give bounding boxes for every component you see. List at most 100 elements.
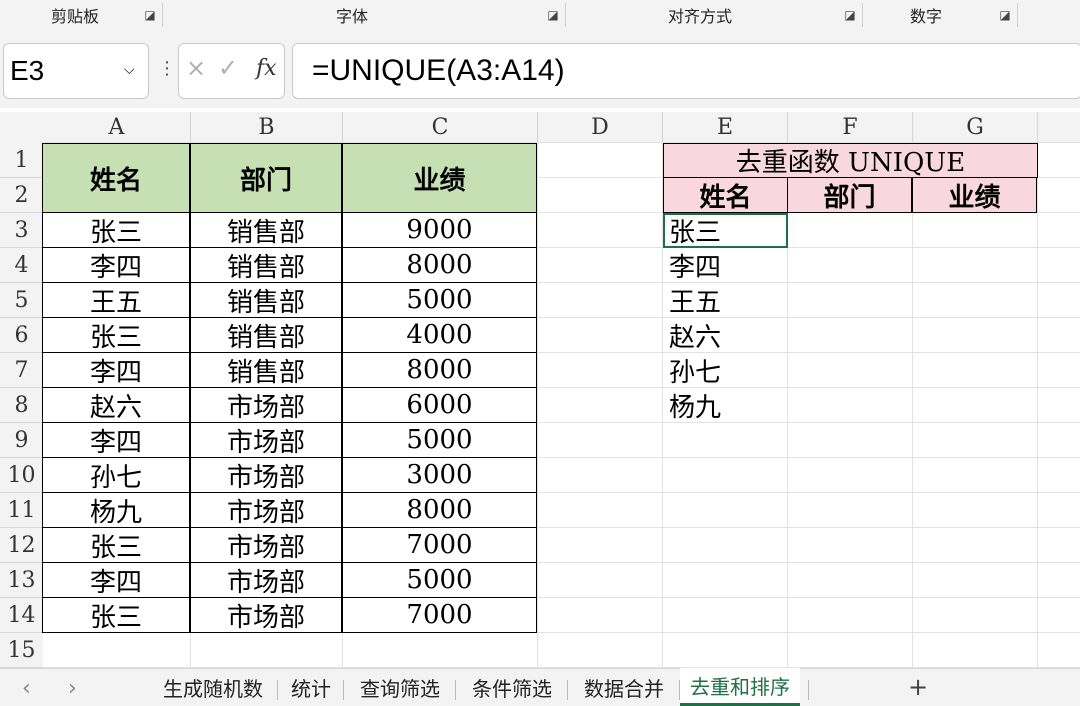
- column-header-e[interactable]: E: [663, 112, 788, 143]
- active-cell-e3[interactable]: 张三: [663, 213, 788, 248]
- table-cell[interactable]: 王五: [42, 283, 190, 318]
- table-cell[interactable]: 5000: [342, 423, 537, 458]
- table-cell[interactable]: 张三: [42, 528, 190, 563]
- row-header-13[interactable]: 13: [0, 563, 43, 598]
- clipboard-launcher-icon[interactable]: ◪: [143, 8, 157, 22]
- table-cell[interactable]: 市场部: [190, 563, 342, 598]
- table-cell[interactable]: 市场部: [190, 388, 342, 423]
- table-cell[interactable]: 销售部: [190, 283, 342, 318]
- table-cell[interactable]: 赵六: [42, 388, 190, 423]
- row-header-5[interactable]: 5: [0, 283, 43, 318]
- formula-text[interactable]: =UNIQUE(A3:A14): [312, 43, 565, 99]
- row-header-1[interactable]: 1: [0, 143, 43, 178]
- table-cell[interactable]: 市场部: [190, 493, 342, 528]
- column-header-g[interactable]: G: [913, 112, 1038, 143]
- row-header-2[interactable]: 2: [0, 178, 43, 213]
- gridline: [912, 143, 913, 668]
- table-cell[interactable]: 李四: [42, 563, 190, 598]
- result-cell[interactable]: 王五: [663, 283, 788, 318]
- table-cell[interactable]: 市场部: [190, 423, 342, 458]
- tab-divider: [808, 680, 809, 700]
- row-header-9[interactable]: 9: [0, 423, 43, 458]
- result-cell[interactable]: 杨九: [663, 388, 788, 423]
- source-header-2[interactable]: 业绩: [342, 143, 537, 213]
- table-cell[interactable]: 8000: [342, 353, 537, 388]
- ribbon-group-font[interactable]: 字体: [162, 0, 542, 30]
- row-header-4[interactable]: 4: [0, 248, 43, 283]
- fx-icon[interactable]: fx: [256, 56, 277, 81]
- result-header-1[interactable]: 部门: [787, 178, 912, 213]
- alignment-launcher-icon[interactable]: ◪: [843, 8, 857, 22]
- sheet-tab-0[interactable]: 生成随机数: [148, 668, 278, 706]
- result-cell[interactable]: 孙七: [663, 353, 788, 388]
- table-cell[interactable]: 5000: [342, 563, 537, 598]
- name-box-value[interactable]: E3: [10, 43, 44, 99]
- font-launcher-icon[interactable]: ◪: [546, 8, 560, 22]
- row-header-12[interactable]: 12: [0, 528, 43, 563]
- table-cell[interactable]: 孙七: [42, 458, 190, 493]
- table-cell[interactable]: 4000: [342, 318, 537, 353]
- next-sheet-icon[interactable]: ›: [68, 676, 77, 701]
- table-cell[interactable]: 销售部: [190, 353, 342, 388]
- sheet-tab-3[interactable]: 条件筛选: [456, 668, 568, 706]
- column-header-a[interactable]: A: [43, 112, 191, 143]
- table-cell[interactable]: 8000: [342, 493, 537, 528]
- sheet-tab-1[interactable]: 统计: [278, 668, 344, 706]
- row-header-10[interactable]: 10: [0, 458, 43, 493]
- result-header-0[interactable]: 姓名: [663, 178, 788, 213]
- row-header-6[interactable]: 6: [0, 318, 43, 353]
- column-header-c[interactable]: C: [343, 112, 538, 143]
- chevron-down-icon[interactable]: ⌵: [124, 62, 135, 78]
- result-title[interactable]: 去重函数 UNIQUE: [663, 143, 1038, 178]
- table-cell[interactable]: 7000: [342, 598, 537, 633]
- sheet-tab-active[interactable]: 去重和排序: [680, 668, 800, 706]
- result-header-2[interactable]: 业绩: [912, 178, 1037, 213]
- table-cell[interactable]: 5000: [342, 283, 537, 318]
- table-cell[interactable]: 销售部: [190, 213, 342, 248]
- ribbon-group-number[interactable]: 数字: [862, 0, 990, 30]
- row-header-15[interactable]: 15: [0, 633, 43, 668]
- sheet-tab-2[interactable]: 查询筛选: [344, 668, 456, 706]
- table-cell[interactable]: 7000: [342, 528, 537, 563]
- result-cell[interactable]: 赵六: [663, 318, 788, 353]
- table-cell[interactable]: 李四: [42, 353, 190, 388]
- table-cell[interactable]: 市场部: [190, 598, 342, 633]
- table-cell[interactable]: 市场部: [190, 458, 342, 493]
- ribbon-group-clipboard[interactable]: 剪贴板: [0, 0, 150, 30]
- table-cell[interactable]: 市场部: [190, 528, 342, 563]
- column-header-d[interactable]: D: [538, 112, 663, 143]
- row-header-11[interactable]: 11: [0, 493, 43, 528]
- row-header-7[interactable]: 7: [0, 353, 43, 388]
- enter-icon[interactable]: ✓: [218, 54, 238, 82]
- source-header-0[interactable]: 姓名: [42, 143, 190, 213]
- sheet-tab-4[interactable]: 数据合并: [568, 668, 680, 706]
- table-cell[interactable]: 9000: [342, 213, 537, 248]
- gridline: [537, 143, 538, 668]
- table-cell[interactable]: 李四: [42, 423, 190, 458]
- row-header-3[interactable]: 3: [0, 213, 43, 248]
- table-cell[interactable]: 6000: [342, 388, 537, 423]
- add-sheet-button[interactable]: +: [898, 668, 938, 706]
- table-cell[interactable]: 张三: [42, 213, 190, 248]
- table-cell[interactable]: 张三: [42, 318, 190, 353]
- result-cell[interactable]: 李四: [663, 248, 788, 283]
- table-cell[interactable]: 张三: [42, 598, 190, 633]
- source-header-1[interactable]: 部门: [190, 143, 342, 213]
- ribbon-divider: [1017, 3, 1018, 27]
- more-options-icon[interactable]: ⋮: [158, 58, 176, 79]
- cancel-icon[interactable]: ×: [186, 54, 206, 82]
- ribbon-group-alignment[interactable]: 对齐方式: [565, 0, 835, 30]
- column-header-f[interactable]: F: [788, 112, 913, 143]
- table-cell[interactable]: 销售部: [190, 318, 342, 353]
- table-cell[interactable]: 杨九: [42, 493, 190, 528]
- prev-sheet-icon[interactable]: ‹: [22, 676, 31, 701]
- table-cell[interactable]: 李四: [42, 248, 190, 283]
- table-cell[interactable]: 销售部: [190, 248, 342, 283]
- table-cell[interactable]: 8000: [342, 248, 537, 283]
- row-header-14[interactable]: 14: [0, 598, 43, 633]
- number-launcher-icon[interactable]: ◪: [998, 8, 1012, 22]
- select-all-corner[interactable]: [0, 112, 43, 143]
- table-cell[interactable]: 3000: [342, 458, 537, 493]
- column-header-b[interactable]: B: [191, 112, 343, 143]
- row-header-8[interactable]: 8: [0, 388, 43, 423]
